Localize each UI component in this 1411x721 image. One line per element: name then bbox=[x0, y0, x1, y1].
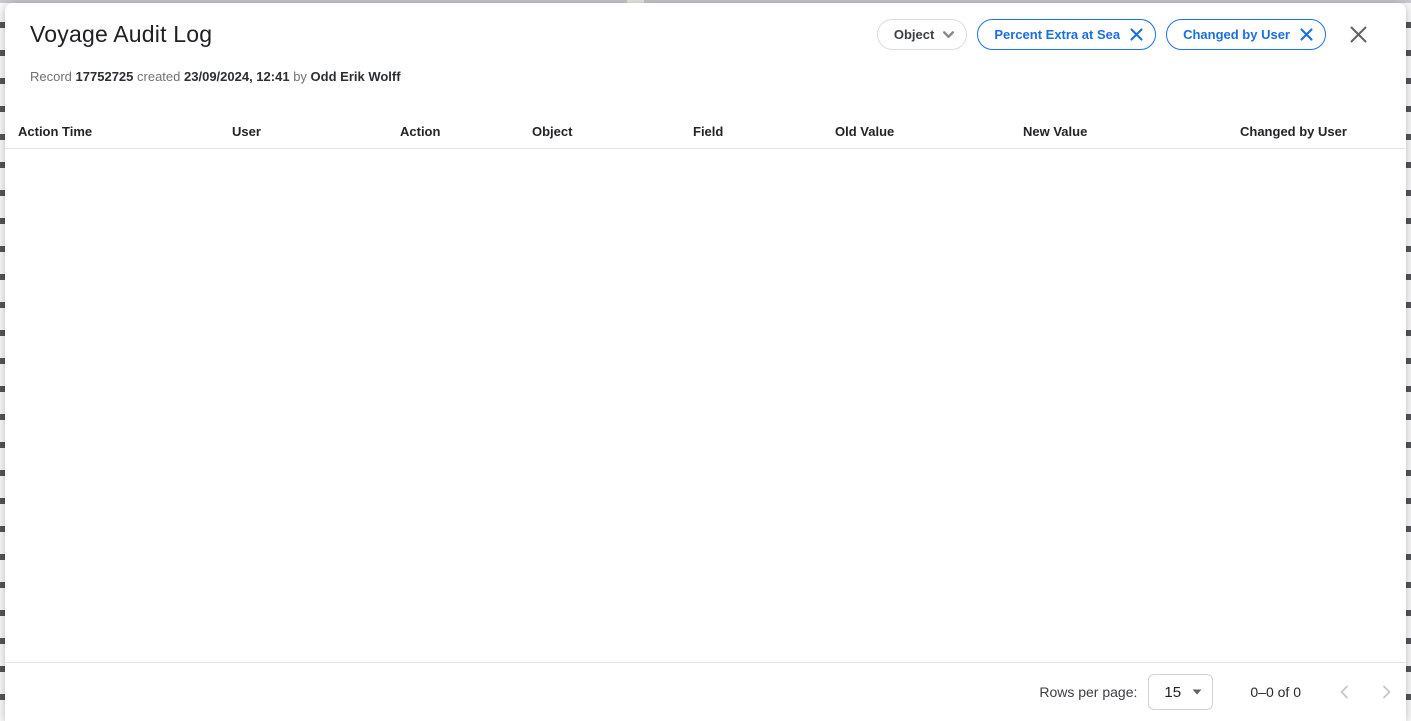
filter-chip-percent-extra-at-sea[interactable]: Percent Extra at Sea bbox=[977, 19, 1156, 50]
column-header-changed-by-user: Changed by User bbox=[1227, 124, 1406, 139]
pagination-bar: Rows per page: 15 0–0 of 0 bbox=[5, 662, 1406, 721]
chevron-right-icon[interactable] bbox=[1375, 680, 1399, 704]
by-label: by bbox=[293, 69, 307, 84]
remove-filter-icon[interactable] bbox=[1129, 27, 1144, 42]
created-label: created bbox=[137, 69, 180, 84]
voyage-audit-log-dialog: Voyage Audit Log Record 17752725 created… bbox=[5, 3, 1406, 721]
record-label: Record bbox=[30, 69, 72, 84]
select-caret-icon bbox=[1192, 689, 1202, 695]
filter-chip-row: Object Percent Extra at Sea Changed by U… bbox=[877, 19, 1371, 50]
created-at: 23/09/2024, 12:41 bbox=[184, 69, 290, 84]
audit-table-body bbox=[5, 149, 1406, 662]
record-id: 17752725 bbox=[76, 69, 134, 84]
column-header-action-time: Action Time bbox=[5, 124, 219, 139]
record-summary: Record 17752725 created 23/09/2024, 12:4… bbox=[30, 69, 401, 84]
filter-chip-label: Percent Extra at Sea bbox=[994, 27, 1120, 42]
column-header-user: User bbox=[219, 124, 387, 139]
column-header-new-value: New Value bbox=[1010, 124, 1227, 139]
object-filter-label: Object bbox=[894, 27, 934, 42]
page-title: Voyage Audit Log bbox=[30, 21, 212, 48]
chevron-down-icon bbox=[943, 31, 954, 38]
background-page-sliver-right bbox=[1406, 3, 1411, 721]
column-header-object: Object bbox=[519, 124, 680, 139]
column-header-action: Action bbox=[387, 124, 519, 139]
remove-filter-icon[interactable] bbox=[1299, 27, 1314, 42]
filter-chip-changed-by-user[interactable]: Changed by User bbox=[1166, 19, 1326, 50]
rows-per-page-value: 15 bbox=[1164, 684, 1181, 701]
rows-per-page-label: Rows per page: bbox=[1039, 684, 1137, 700]
pagination-range: 0–0 of 0 bbox=[1250, 684, 1301, 700]
created-by: Odd Erik Wolff bbox=[311, 69, 401, 84]
chevron-left-icon[interactable] bbox=[1332, 680, 1356, 704]
filter-chip-label: Changed by User bbox=[1183, 27, 1290, 42]
column-header-old-value: Old Value bbox=[822, 124, 1010, 139]
close-icon[interactable] bbox=[1345, 22, 1371, 48]
audit-table-header: Action Time User Action Object Field Old… bbox=[5, 115, 1406, 149]
column-header-field: Field bbox=[680, 124, 822, 139]
rows-per-page-select[interactable]: 15 bbox=[1148, 674, 1213, 710]
object-filter-dropdown[interactable]: Object bbox=[877, 19, 967, 50]
